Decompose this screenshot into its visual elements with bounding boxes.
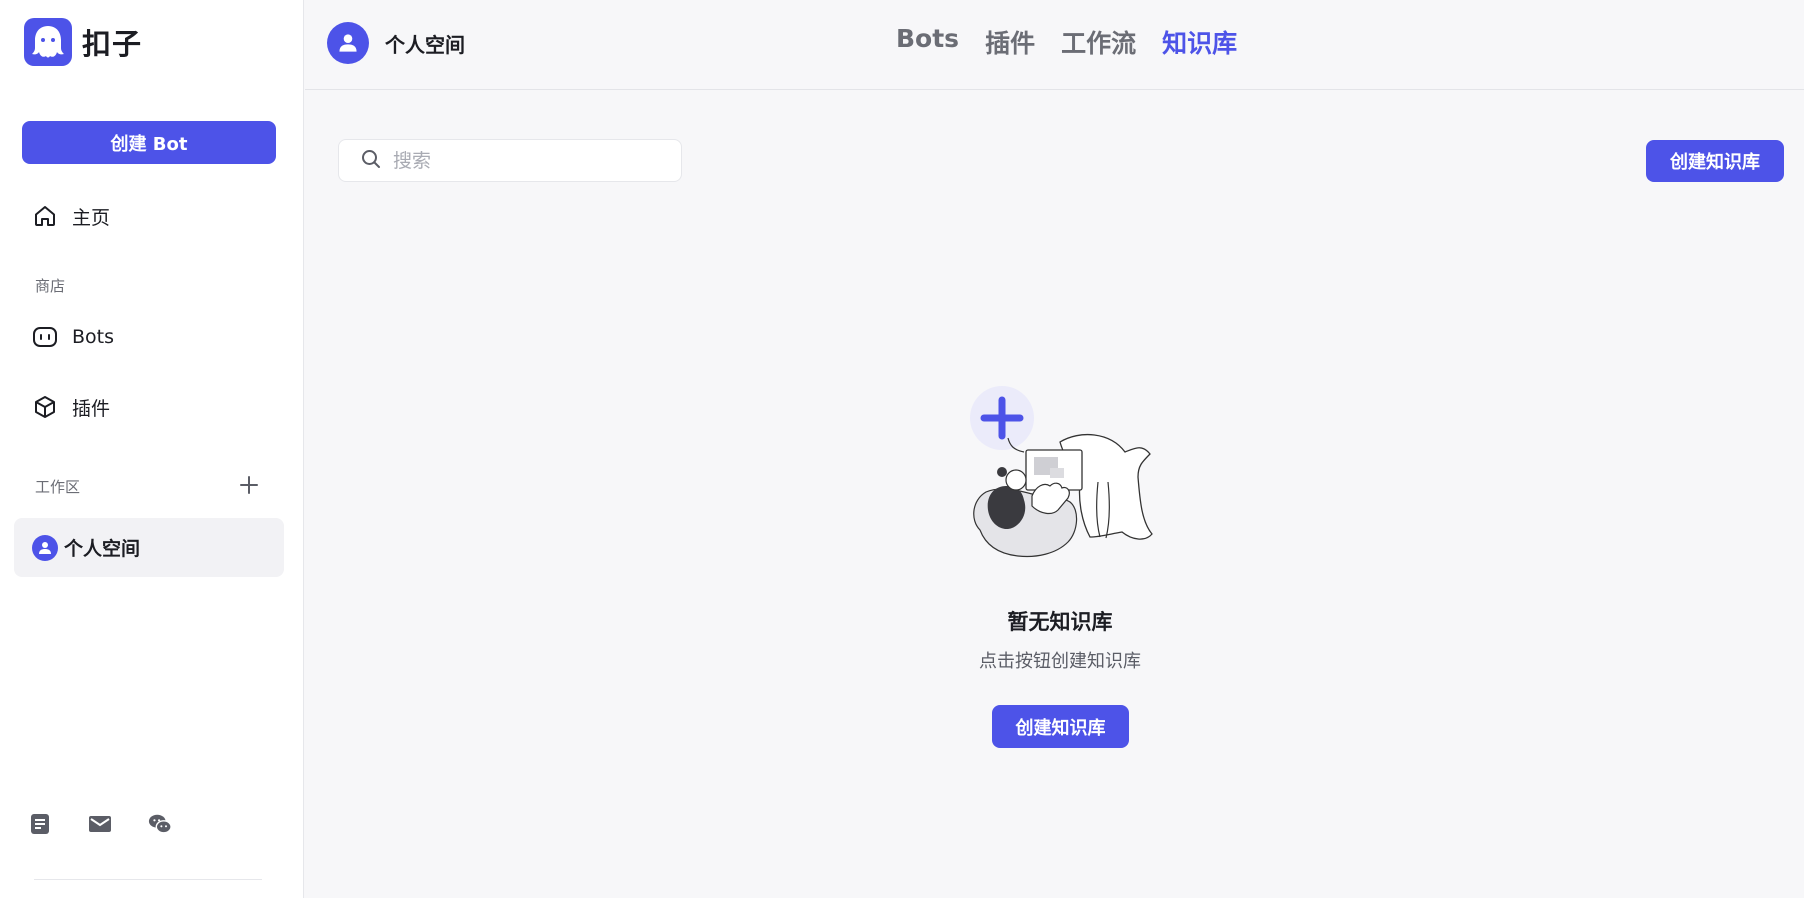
sidebar-item-personal-space[interactable]: 个人空间 [14,518,284,577]
sidebar-item-plugins[interactable]: 插件 [14,382,284,432]
mail-icon[interactable] [88,812,112,836]
empty-state-description: 点击按钮创建知识库 [979,651,1141,672]
document-icon[interactable] [28,812,52,836]
sidebar-item-bots[interactable]: Bots [14,312,284,362]
bot-icon [32,324,58,350]
cube-icon [32,394,58,420]
workspace-section-label: 工作区 [35,478,81,496]
avatar [32,534,58,561]
search-icon [361,149,381,173]
empty-state-title: 暂无知识库 [1007,610,1113,634]
tab-workflows[interactable]: 工作流 [1061,24,1136,60]
sidebar-item-label: 个人空间 [64,538,141,560]
space-switcher[interactable]: 个人空间 [327,22,465,64]
footer-divider [34,879,262,880]
store-section-label: 商店 [35,277,66,295]
sidebar-item-home[interactable]: 主页 [14,191,284,241]
wechat-icon[interactable] [148,812,172,836]
create-knowledge-base-button[interactable]: 创建知识库 [1646,140,1784,182]
app-logo[interactable]: 扣子 [24,18,142,66]
search-box[interactable] [338,139,682,182]
sidebar-footer [28,812,172,836]
top-header: 个人空间 Bots 插件 工作流 知识库 [305,0,1804,90]
sidebar-item-label: 主页 [72,206,111,229]
sidebar-item-label: 插件 [72,397,111,420]
tab-knowledge-base[interactable]: 知识库 [1162,24,1237,60]
logo-icon [24,18,72,66]
search-input[interactable] [391,148,675,173]
tab-bots[interactable]: Bots [896,24,959,60]
sidebar-item-label: Bots [72,326,115,348]
empty-state-create-button[interactable]: 创建知识库 [992,705,1129,748]
main-tabs: Bots 插件 工作流 知识库 [896,24,1237,60]
space-name: 个人空间 [385,32,465,57]
empty-state-illustration [960,382,1160,578]
sidebar: 扣子 创建 Bot 主页 商店 Bots 插件 工作区 个人空间 [0,0,304,898]
add-workspace-icon[interactable] [236,472,262,498]
tab-plugins[interactable]: 插件 [985,24,1035,60]
app-root: 扣子 创建 Bot 主页 商店 Bots 插件 工作区 个人空间 个人空间 Bo… [0,0,1804,898]
app-name: 扣子 [82,27,143,61]
avatar [327,22,369,64]
home-icon [32,203,58,229]
create-bot-button[interactable]: 创建 Bot [22,121,276,164]
